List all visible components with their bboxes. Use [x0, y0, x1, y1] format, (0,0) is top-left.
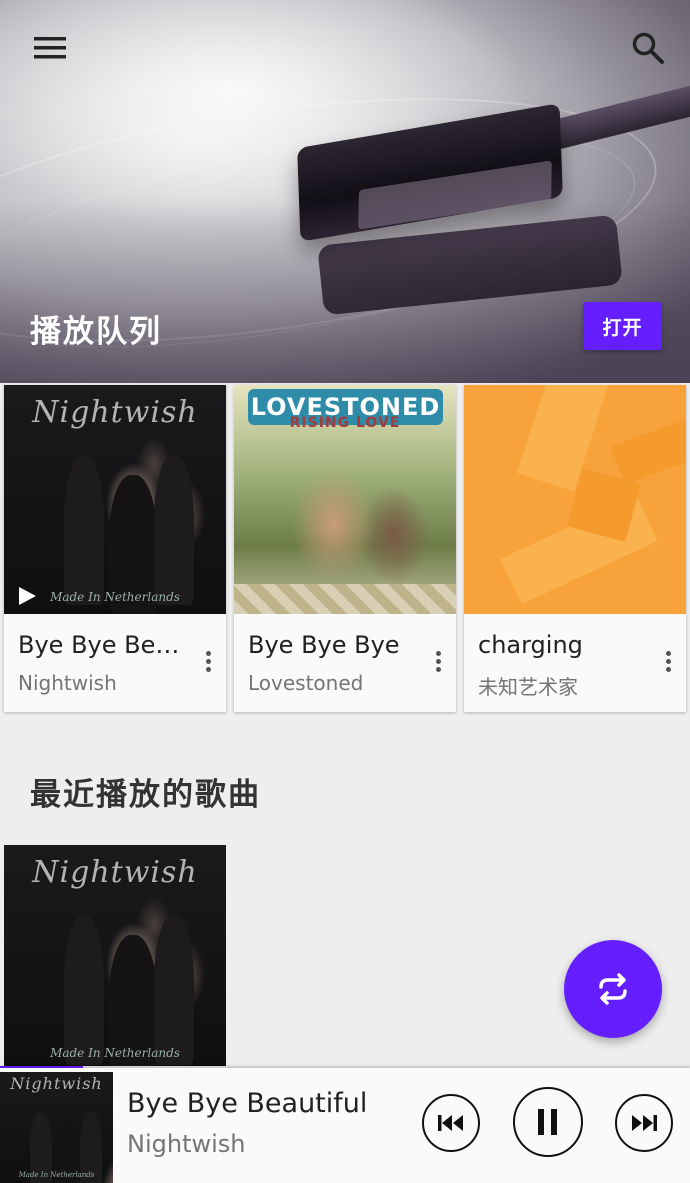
previous-button[interactable] [422, 1094, 480, 1152]
album-art-caption: RISING LOVE [289, 415, 401, 431]
search-icon [632, 32, 664, 64]
recent-item-art[interactable]: Nightwish Made In Netherlands [4, 845, 226, 1070]
now-playing-artist: Nightwish [127, 1130, 246, 1158]
album-art-logo: Nightwish [32, 395, 198, 430]
skip-next-icon [632, 1115, 657, 1131]
now-playing-title: Bye Bye Beautiful [127, 1088, 368, 1119]
now-playing-bar[interactable]: Nightwish Made In Netherlands Bye Bye Be… [0, 1068, 690, 1183]
band-member-figure [154, 455, 194, 605]
header-shade [0, 200, 690, 383]
repeat-icon [599, 973, 627, 1005]
album-art-logo: Nightwish [32, 855, 198, 890]
song-title: charging [478, 631, 583, 659]
repeat-fab-button[interactable] [564, 940, 662, 1038]
song-title: Bye Bye Bye [248, 631, 400, 659]
placeholder-shape [610, 405, 686, 485]
band-member-figure [64, 915, 104, 1065]
album-art-caption: Made In Netherlands [50, 1046, 180, 1060]
song-title: Bye Bye Be… [18, 631, 180, 659]
song-artist: Nightwish [18, 671, 117, 695]
menu-button[interactable] [26, 24, 74, 72]
pause-button[interactable] [513, 1087, 583, 1157]
pause-icon [538, 1109, 557, 1135]
search-button[interactable] [624, 24, 672, 72]
queue-header: 播放队列 打开 [0, 0, 690, 383]
open-queue-button[interactable]: 打开 [583, 302, 662, 350]
album-art-logo: Nightwish [10, 1074, 103, 1093]
queue-card[interactable]: LOVESTONED RISING LOVE Bye Bye Bye Loves… [234, 385, 456, 712]
album-art: Nightwish Made In Netherlands [4, 385, 226, 614]
band-member-figure [64, 455, 104, 605]
queue-title: 播放队列 [30, 314, 162, 350]
skip-previous-icon [438, 1115, 463, 1131]
menu-icon [34, 37, 66, 59]
more-options-icon[interactable] [194, 641, 222, 681]
album-art-caption: Made In Netherlands [18, 1171, 95, 1179]
queue-card[interactable]: Nightwish Made In Netherlands Bye Bye Be… [4, 385, 226, 712]
now-playing-art: Nightwish Made In Netherlands [0, 1072, 113, 1183]
queue-card[interactable]: charging 未知艺术家 [464, 385, 686, 712]
album-art: LOVESTONED RISING LOVE [234, 385, 456, 614]
more-options-icon[interactable] [424, 641, 452, 681]
song-artist: 未知艺术家 [478, 675, 578, 699]
next-button[interactable] [615, 1094, 673, 1152]
play-icon [19, 587, 36, 605]
band-member-figure [154, 915, 194, 1065]
album-art-pattern [234, 584, 456, 614]
recent-title: 最近播放的歌曲 [30, 777, 261, 813]
more-options-icon[interactable] [654, 641, 682, 681]
album-art-placeholder [464, 385, 686, 614]
song-artist: Lovestoned [248, 671, 364, 695]
